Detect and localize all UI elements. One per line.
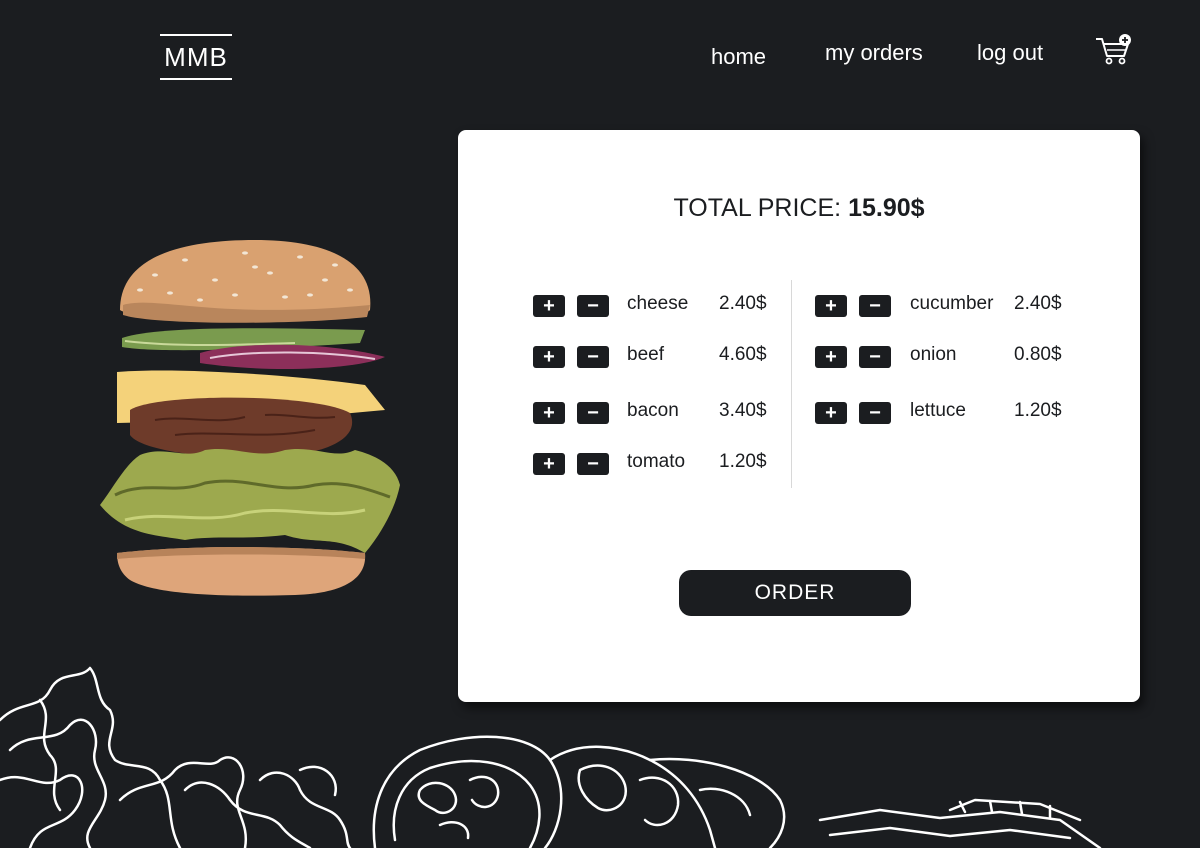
add-lettuce-button[interactable]: + [815,402,847,424]
ingredient-name: cucumber [910,293,994,314]
remove-onion-button[interactable]: − [859,346,891,368]
ingredient-row-cucumber: + − cucumber 2.40$ [815,293,1075,321]
add-beef-button[interactable]: + [533,346,565,368]
ingredient-price: 2.40$ [719,293,767,314]
ingredient-name: bacon [627,400,679,421]
nav-home-link[interactable]: home [711,44,766,70]
order-button[interactable]: ORDER [679,570,911,616]
ingredient-name: beef [627,344,664,365]
remove-bacon-button[interactable]: − [577,402,609,424]
ingredient-name: lettuce [910,400,966,421]
nav-my-orders-link[interactable]: my orders [825,40,923,66]
add-bacon-button[interactable]: + [533,402,565,424]
ingredient-row-onion: + − onion 0.80$ [815,344,1075,372]
ingredient-price: 1.20$ [719,451,767,472]
nav-log-out-link[interactable]: log out [977,40,1043,66]
ingredient-price: 4.60$ [719,344,767,365]
order-card: TOTAL PRICE: 15.90$ + − cheese 2.40$ + −… [458,130,1140,702]
add-cheese-button[interactable]: + [533,295,565,317]
ingredient-price: 3.40$ [719,400,767,421]
brand-logo[interactable]: MMB [160,34,232,80]
ingredient-row-lettuce: + − lettuce 1.20$ [815,400,1075,428]
add-cucumber-button[interactable]: + [815,295,847,317]
food-line-art-decoration [0,666,1102,848]
remove-lettuce-button[interactable]: − [859,402,891,424]
ingredient-row-beef: + − beef 4.60$ [533,344,783,372]
cart-add-icon[interactable] [1094,32,1134,68]
remove-beef-button[interactable]: − [577,346,609,368]
ingredient-row-bacon: + − bacon 3.40$ [533,400,783,428]
column-divider [791,280,792,488]
add-onion-button[interactable]: + [815,346,847,368]
total-price-label: TOTAL PRICE: [673,194,842,222]
total-price: TOTAL PRICE: 15.90$ [458,194,1140,223]
ingredient-name: onion [910,344,957,365]
remove-tomato-button[interactable]: − [577,453,609,475]
ingredient-price: 1.20$ [1014,400,1062,421]
add-tomato-button[interactable]: + [533,453,565,475]
ingredient-row-tomato: + − tomato 1.20$ [533,451,783,479]
ingredient-price: 0.80$ [1014,344,1062,365]
total-price-value: 15.90$ [848,194,925,222]
ingredient-row-cheese: + − cheese 2.40$ [533,293,783,321]
remove-cucumber-button[interactable]: − [859,295,891,317]
ingredient-name: cheese [627,293,689,314]
ingredient-name: tomato [627,451,686,472]
burger-illustration [100,240,400,596]
remove-cheese-button[interactable]: − [577,295,609,317]
ingredient-price: 2.40$ [1014,293,1062,314]
